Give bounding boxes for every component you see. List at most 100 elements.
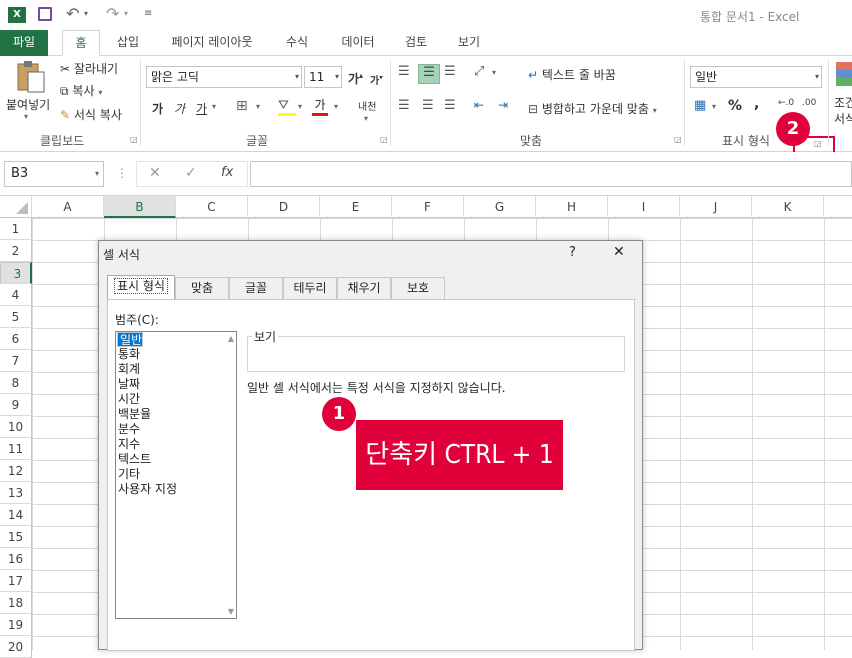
bold-button[interactable]: 가 (152, 100, 163, 117)
phonetic-button[interactable]: 내천 (358, 98, 376, 113)
row-header[interactable]: 2 (0, 240, 32, 262)
align-bottom-icon[interactable]: ☰ (444, 64, 456, 79)
column-header[interactable]: C (176, 196, 248, 218)
category-list[interactable]: 일반 숫자 통화 회계 날짜 시간 백분율 분수 지수 텍스트 기타 사용자 지… (115, 331, 237, 619)
formula-input[interactable] (250, 161, 852, 187)
align-top-icon[interactable]: ☰ (398, 64, 410, 79)
increase-decimal-icon[interactable]: ←.0 (778, 98, 794, 108)
font-color-dropdown-icon[interactable]: ▾ (334, 102, 338, 111)
row-header[interactable]: 4 (0, 284, 32, 306)
dialog-tab-number[interactable]: 표시 형식 (107, 275, 175, 300)
row-header[interactable]: 10 (0, 416, 32, 438)
undo-icon[interactable]: ↶ (66, 4, 79, 23)
dialog-tab-protection[interactable]: 보호 (391, 277, 445, 299)
row-header[interactable]: 6 (0, 328, 32, 350)
save-icon[interactable] (38, 7, 52, 21)
border-dropdown-icon[interactable]: ▾ (256, 102, 260, 111)
close-button[interactable]: ✕ (613, 244, 625, 260)
merge-center-button[interactable]: ⊟ 병합하고 가운데 맞춤 ▾ (528, 100, 657, 117)
list-item[interactable]: 백분율 (116, 407, 236, 422)
list-item[interactable]: 시간 (116, 392, 236, 407)
column-header[interactable]: E (320, 196, 392, 218)
name-box[interactable]: B3 ▾ (4, 161, 104, 187)
row-header[interactable]: 7 (0, 350, 32, 372)
row-header[interactable]: 13 (0, 482, 32, 504)
list-item-selected[interactable]: 일반 (117, 332, 144, 347)
orientation-dropdown-icon[interactable]: ▾ (492, 68, 496, 77)
align-middle-icon[interactable]: ☰ (418, 64, 440, 84)
align-left-icon[interactable]: ☰ (398, 98, 410, 113)
font-color-button[interactable]: 가 (312, 96, 328, 118)
row-header[interactable]: 8 (0, 372, 32, 394)
row-header[interactable]: 16 (0, 548, 32, 570)
dialog-tab-fill[interactable]: 채우기 (337, 277, 391, 299)
underline-dropdown-icon[interactable]: ▾ (212, 102, 216, 111)
grow-font-button[interactable]: 가▴ (348, 70, 363, 87)
column-header[interactable]: J (680, 196, 752, 218)
list-item[interactable]: 회계 (116, 362, 236, 377)
tab-data[interactable]: 데이터 (330, 30, 386, 56)
enter-icon[interactable]: ✓ (185, 165, 197, 181)
row-header-selected[interactable]: 3 (0, 262, 32, 284)
accounting-format-icon[interactable]: ▦ (694, 98, 706, 113)
row-header[interactable]: 9 (0, 394, 32, 416)
copy-button[interactable]: ⧉ 복사 ▾ (60, 82, 102, 99)
help-button[interactable]: ? (569, 245, 576, 260)
decrease-indent-icon[interactable]: ⇤ (474, 98, 484, 112)
tab-home[interactable]: 홈 (62, 30, 100, 56)
row-header[interactable]: 15 (0, 526, 32, 548)
tab-page-layout[interactable]: 페이지 레이아웃 (160, 30, 264, 56)
align-right-icon[interactable]: ☰ (444, 98, 456, 113)
wrap-text-button[interactable]: ↵ 텍스트 줄 바꿈 (528, 66, 616, 83)
column-header[interactable]: G (464, 196, 536, 218)
select-all-corner[interactable] (0, 196, 32, 218)
row-header[interactable]: 20 (0, 636, 32, 658)
column-header[interactable]: K (752, 196, 824, 218)
row-header[interactable]: 12 (0, 460, 32, 482)
italic-button[interactable]: 가 (174, 100, 185, 117)
list-item[interactable]: 지수 (116, 437, 236, 452)
underline-button[interactable]: 가 (196, 100, 207, 117)
merge-dropdown-icon[interactable]: ▾ (653, 106, 657, 115)
cancel-icon[interactable]: ✕ (149, 165, 161, 181)
comma-button[interactable]: , (754, 96, 759, 112)
redo-dropdown-icon[interactable]: ▾ (124, 9, 128, 18)
font-launcher-icon[interactable]: ◲ (380, 136, 388, 144)
customize-qat-icon[interactable]: ≡ (144, 8, 152, 19)
paste-label[interactable]: 붙여넣기 (6, 96, 50, 113)
phonetic-dropdown-icon[interactable]: ▾ (364, 114, 368, 123)
dialog-tab-border[interactable]: 테두리 (283, 277, 337, 299)
accounting-dropdown-icon[interactable]: ▾ (712, 102, 716, 111)
alignment-launcher-icon[interactable]: ◲ (674, 136, 682, 144)
scroll-up-icon[interactable]: ▲ (228, 334, 234, 343)
percent-button[interactable]: % (728, 98, 742, 114)
number-format-select[interactable]: 일반 ▾ (690, 66, 822, 88)
list-item[interactable]: 통화 (116, 347, 236, 362)
font-size-select[interactable]: 11 ▾ (304, 66, 342, 88)
increase-indent-icon[interactable]: ⇥ (498, 98, 508, 112)
insert-function-icon[interactable]: fx (221, 165, 233, 180)
row-header[interactable]: 1 (0, 218, 32, 240)
format-painter-button[interactable]: ✎ 서식 복사 (60, 106, 122, 123)
dialog-tab-alignment[interactable]: 맞춤 (175, 277, 229, 299)
tab-formulas[interactable]: 수식 (276, 30, 318, 56)
list-item[interactable]: 텍스트 (116, 452, 236, 467)
shrink-font-button[interactable]: 가▾ (370, 72, 383, 87)
copy-dropdown-icon[interactable]: ▾ (98, 88, 102, 97)
list-item[interactable]: 기타 (116, 467, 236, 482)
row-header[interactable]: 19 (0, 614, 32, 636)
font-name-select[interactable]: 맑은 고딕 ▾ (146, 66, 302, 88)
conditional-format-label-2[interactable]: 서식 (834, 110, 852, 127)
fill-color-dropdown-icon[interactable]: ▾ (298, 102, 302, 111)
border-icon[interactable]: ⊞ (236, 98, 248, 114)
tab-file[interactable]: 파일 (0, 30, 48, 56)
orientation-icon[interactable]: ⤢ (474, 64, 484, 79)
tab-review[interactable]: 검토 (396, 30, 436, 56)
column-header[interactable]: H (536, 196, 608, 218)
list-item[interactable]: 사용자 지정 (116, 482, 236, 497)
dialog-tab-font[interactable]: 글꼴 (229, 277, 283, 299)
align-center-icon[interactable]: ☰ (422, 98, 434, 113)
row-header[interactable]: 17 (0, 570, 32, 592)
conditional-format-icon[interactable] (836, 62, 852, 86)
row-header[interactable]: 14 (0, 504, 32, 526)
